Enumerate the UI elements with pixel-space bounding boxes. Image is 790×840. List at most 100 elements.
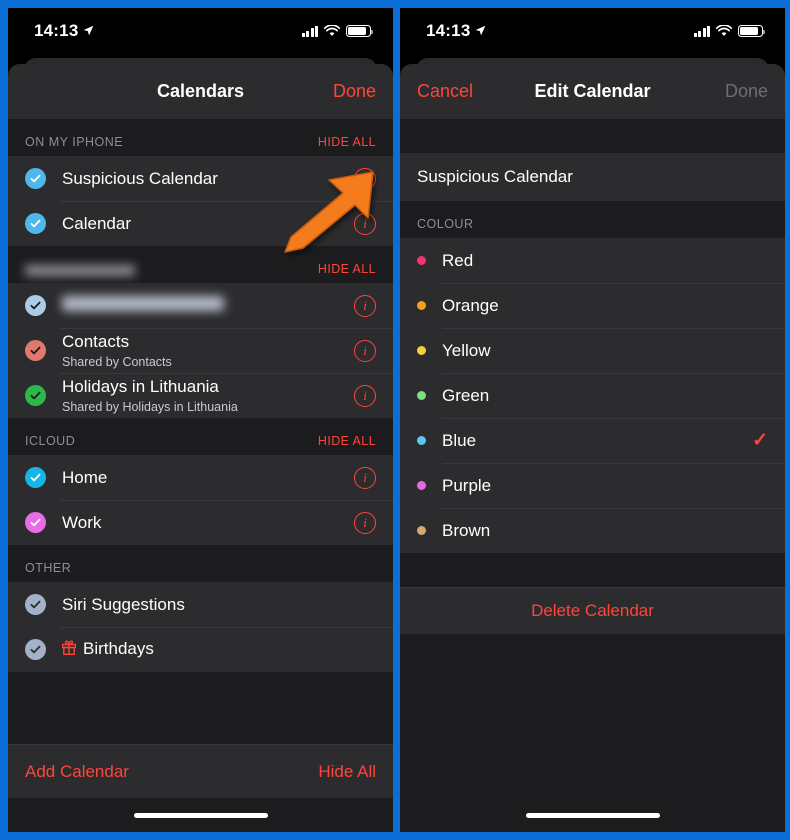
checkmark-circle-icon[interactable] xyxy=(25,385,46,406)
status-time: 14:13 xyxy=(426,21,471,40)
cellular-bars-icon xyxy=(693,25,710,37)
info-button[interactable]: i xyxy=(354,511,376,534)
colour-swatch-icon xyxy=(417,526,426,535)
checkmark-circle-icon[interactable] xyxy=(25,213,46,234)
delete-calendar-row[interactable]: Delete Calendar xyxy=(400,587,785,634)
calendar-group: Siri Suggestions Birthdays xyxy=(8,582,393,672)
colour-option-row[interactable]: Blue ✓ xyxy=(400,418,785,463)
calendar-row[interactable]: Home i xyxy=(8,455,393,500)
calendar-row-text xyxy=(62,295,346,316)
add-calendar-button[interactable]: Add Calendar xyxy=(25,762,129,782)
status-time: 14:13 xyxy=(34,21,79,40)
calendar-row[interactable]: Contacts Shared by Contacts i xyxy=(8,328,393,373)
colour-swatch-icon xyxy=(417,301,426,310)
colour-option-row[interactable]: Red xyxy=(400,238,785,283)
calendar-name: Birthdays xyxy=(61,638,376,660)
colour-name: Purple xyxy=(442,475,492,495)
section-hide-all-button[interactable]: HIDE ALL xyxy=(318,434,376,448)
calendar-row[interactable]: Calendar i xyxy=(8,201,393,246)
calendar-row[interactable]: Work i xyxy=(8,500,393,545)
info-button[interactable]: i xyxy=(354,212,376,235)
calendar-row[interactable]: Holidays in Lithuania Shared by Holidays … xyxy=(8,373,393,418)
calendars-footer: Add Calendar Hide All xyxy=(8,744,393,798)
status-bar-left: 14:13 xyxy=(34,21,94,41)
calendar-name: Contacts xyxy=(62,332,130,352)
calendars-navbar: Calendars Done xyxy=(8,64,393,119)
delete-calendar-button[interactable]: Delete Calendar xyxy=(531,601,654,621)
colour-name: Green xyxy=(442,385,490,405)
spacer xyxy=(400,553,785,587)
colour-name: Red xyxy=(442,250,474,270)
calendar-name-field[interactable]: Suspicious Calendar xyxy=(400,153,785,201)
colour-section-label: COLOUR xyxy=(417,217,474,231)
colour-list[interactable]: Red Orange Yellow Green Blue ✓ Purple Brown xyxy=(400,238,785,553)
status-bar-right xyxy=(693,25,765,37)
calendar-group: Home i Work i xyxy=(8,455,393,545)
hide-all-button[interactable]: Hide All xyxy=(318,762,376,782)
wifi-icon xyxy=(716,25,732,36)
calendar-subtitle: Shared by Contacts xyxy=(62,354,172,369)
checkmark-circle-icon[interactable] xyxy=(25,512,46,533)
colour-swatch-icon xyxy=(417,391,426,400)
colour-swatch-icon xyxy=(417,346,426,355)
screenshot-stage: disk.com 14:13 xyxy=(0,0,790,840)
info-button[interactable]: i xyxy=(354,167,376,190)
battery-icon xyxy=(738,25,765,37)
colour-name: Orange xyxy=(442,295,499,315)
calendar-row-text: Siri Suggestions xyxy=(62,594,376,615)
info-button[interactable]: i xyxy=(354,384,376,407)
gift-icon xyxy=(61,639,77,660)
calendar-row-text: Home xyxy=(62,467,346,488)
checkmark-circle-icon[interactable] xyxy=(25,295,46,316)
section-hide-all-button[interactable]: HIDE ALL xyxy=(318,135,376,149)
colour-option-row[interactable]: Green xyxy=(400,373,785,418)
calendar-row-text: Birthdays xyxy=(61,638,376,660)
section-label: OTHER xyxy=(25,561,72,575)
wifi-icon xyxy=(324,25,340,36)
checkmark-circle-icon[interactable] xyxy=(25,168,46,189)
colour-option-row[interactable]: Brown xyxy=(400,508,785,553)
right-phone-screenshot: disk.com 14:13 Cancel xyxy=(400,8,785,832)
home-indicator-area xyxy=(400,798,785,832)
calendar-name: Work xyxy=(62,512,102,532)
status-bar: 14:13 xyxy=(8,8,393,54)
calendar-name: Holidays in Lithuania xyxy=(62,377,219,397)
checkmark-circle-icon[interactable] xyxy=(25,340,46,361)
status-bar-right xyxy=(301,25,373,37)
calendar-name: Calendar xyxy=(62,213,131,233)
calendar-subtitle: Shared by Holidays in Lithuania xyxy=(62,399,238,414)
calendar-row[interactable]: i xyxy=(8,283,393,328)
info-button[interactable]: i xyxy=(354,294,376,317)
calendar-row[interactable]: Siri Suggestions xyxy=(8,582,393,627)
calendars-list[interactable]: ON MY IPHONE HIDE ALL Suspicious Calendar i… xyxy=(8,119,393,744)
calendar-row[interactable]: Suspicious Calendar i xyxy=(8,156,393,201)
left-phone-screenshot: disk.com 14:13 xyxy=(8,8,393,832)
calendar-name-value: Suspicious Calendar xyxy=(417,167,573,186)
cancel-button[interactable]: Cancel xyxy=(417,81,473,102)
section-hide-all-button[interactable]: HIDE ALL xyxy=(318,262,376,276)
calendar-row-text: Contacts Shared by Contacts xyxy=(62,331,346,370)
location-arrow-icon xyxy=(476,25,486,35)
calendar-row-text: Suspicious Calendar xyxy=(62,168,346,189)
checkmark-circle-icon[interactable] xyxy=(25,639,46,660)
checkmark-circle-icon[interactable] xyxy=(25,467,46,488)
selected-checkmark-icon: ✓ xyxy=(752,430,768,451)
colour-swatch-icon xyxy=(417,256,426,265)
colour-option-row[interactable]: Orange xyxy=(400,283,785,328)
home-indicator[interactable] xyxy=(133,812,268,818)
calendar-row[interactable]: Birthdays xyxy=(8,627,393,672)
info-button[interactable]: i xyxy=(354,339,376,362)
colour-swatch-icon xyxy=(417,481,426,490)
spacer xyxy=(400,119,785,153)
colour-option-row[interactable]: Yellow xyxy=(400,328,785,373)
colour-option-row[interactable]: Purple xyxy=(400,463,785,508)
section-header: ON MY IPHONE HIDE ALL xyxy=(8,119,393,156)
home-indicator[interactable] xyxy=(525,812,660,818)
colour-name: Brown xyxy=(442,520,491,540)
calendar-row-text: Work xyxy=(62,512,346,533)
calendar-name: Home xyxy=(62,467,108,487)
done-button[interactable]: Done xyxy=(333,81,376,102)
checkmark-circle-icon[interactable] xyxy=(25,594,46,615)
battery-icon xyxy=(346,25,373,37)
info-button[interactable]: i xyxy=(354,466,376,489)
